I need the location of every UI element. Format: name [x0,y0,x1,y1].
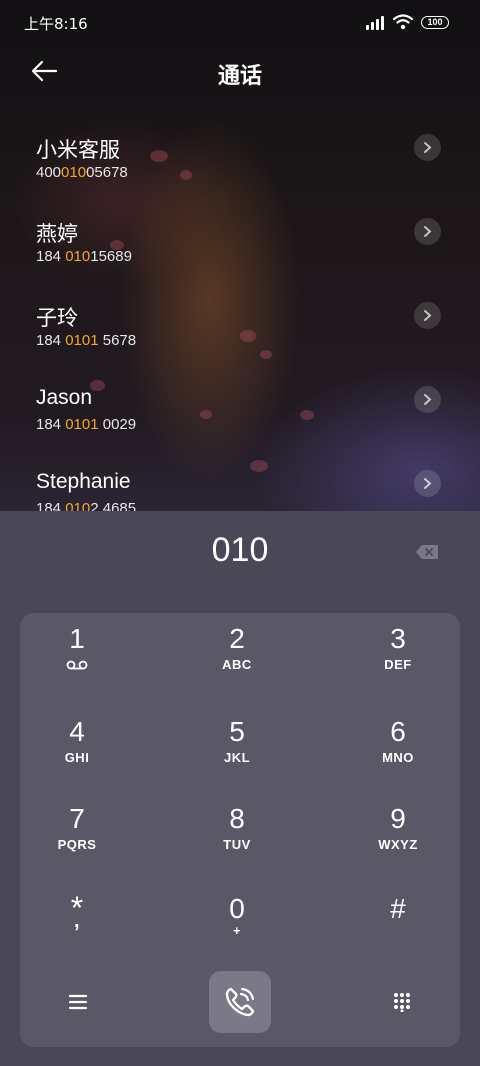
number-suffix: 15689 [90,248,132,265]
chevron-right-icon [424,394,432,405]
key-7[interactable]: 7 PQRS [7,803,147,883]
key-6[interactable]: 6 MNO [328,716,468,796]
chevron-right-icon [424,310,432,321]
status-time: 上午8:16 [24,15,88,33]
key-1[interactable]: 1 [7,623,147,703]
key-5[interactable]: 5 JKL [167,716,307,796]
wifi-icon [393,14,413,30]
key-letters: MNO [382,750,414,765]
contact-detail-button[interactable] [414,218,441,245]
key-digit: 9 [390,803,406,834]
menu-icon[interactable] [68,994,88,1010]
key-digit: 2 [229,623,245,654]
key-digit: 8 [229,803,245,834]
key-digit: 0 [229,893,245,924]
contact-number: 40001005678 [36,164,128,181]
key-digit: 1 [69,623,85,654]
key-letters: WXYZ [378,837,418,852]
number-match: 010 [61,164,87,181]
key-letters: GHI [64,750,90,765]
contact-row[interactable]: Stephanie 184 0102 4685 [0,456,480,512]
key-digit: # [390,893,406,924]
contact-name: 燕婷 [36,223,78,246]
key-letters: JKL [223,750,251,765]
key-letters: DEF [384,657,412,672]
chevron-right-icon [424,142,432,153]
contact-number: 184 0101 0029 [36,416,136,433]
backspace-icon[interactable] [415,544,439,560]
key-8[interactable]: 8 TUV [167,803,307,883]
key-digit: 4 [69,716,85,747]
key-pound[interactable]: # [328,893,468,973]
status-bar: 上午8:16 100 [0,0,480,46]
contact-name: Jason [36,386,93,409]
chevron-right-icon [424,478,432,489]
top-bar: 通话 [0,46,480,102]
contact-number: 184 0101 5678 [36,332,136,349]
contact-row[interactable]: Jason 184 0101 0029 [0,372,480,456]
key-9[interactable]: 9 WXYZ [328,803,468,883]
number-match: 010 [65,248,91,265]
contact-row[interactable]: 小米客服 40001005678 [0,120,480,204]
number-prefix: 184 [36,332,66,349]
number-prefix: 184 [36,248,66,265]
contact-number: 184 01015689 [36,248,132,265]
key-digit: 3 [390,623,406,654]
contact-row[interactable]: 燕婷 184 01015689 [0,204,480,288]
key-digit: 7 [69,803,85,834]
number-match: 0101 [65,332,99,349]
contact-detail-button[interactable] [414,470,441,497]
dialed-number: 010 [211,531,269,569]
call-button[interactable] [209,971,271,1033]
key-3[interactable]: 3 DEF [328,623,468,703]
number-suffix: 5678 [98,332,137,349]
contact-row[interactable]: 子玲 184 0101 5678 [0,288,480,372]
number-prefix: 184 [36,416,66,433]
key-digit: 5 [229,716,245,747]
signal-icon [366,16,388,30]
phone-call-icon [225,987,255,1017]
voicemail-icon [66,660,88,670]
key-star[interactable]: * , [7,892,147,973]
number-match: 0101 [65,416,99,433]
contact-detail-button[interactable] [414,302,441,329]
key-letters: ABC [222,657,252,672]
key-letters: TUV [223,837,251,852]
contact-detail-button[interactable] [414,134,441,161]
key-2[interactable]: 2 ABC [167,623,307,703]
battery-icon: 100 [421,16,449,29]
chevron-right-icon [424,226,432,237]
key-letters: PQRS [57,837,97,852]
key-letters: , [73,910,81,932]
page-title: 通话 [217,64,262,89]
dialer-panel: 010 1 2 ABC 3 DEF 4 GHI 5 JKL 6 MNO 7 PQ… [0,511,480,1066]
number-suffix: 05678 [86,164,128,181]
number-prefix: 400 [36,164,62,181]
key-letters: + [232,923,242,938]
keypad: 1 2 ABC 3 DEF 4 GHI 5 JKL 6 MNO 7 PQRS 8… [20,613,460,1047]
contact-suggestion-list[interactable]: 小米客服 40001005678 燕婷 184 01015689 子玲 184 … [0,120,480,512]
contact-detail-button[interactable] [414,386,441,413]
keypad-grid-icon[interactable] [393,992,411,1012]
contact-name: 小米客服 [36,139,120,162]
key-digit: 6 [390,716,406,747]
contact-name: 子玲 [36,307,78,330]
number-suffix: 0029 [98,416,137,433]
contact-name: Stephanie [36,470,131,493]
key-4[interactable]: 4 GHI [7,716,147,796]
key-0[interactable]: 0 + [167,893,307,973]
